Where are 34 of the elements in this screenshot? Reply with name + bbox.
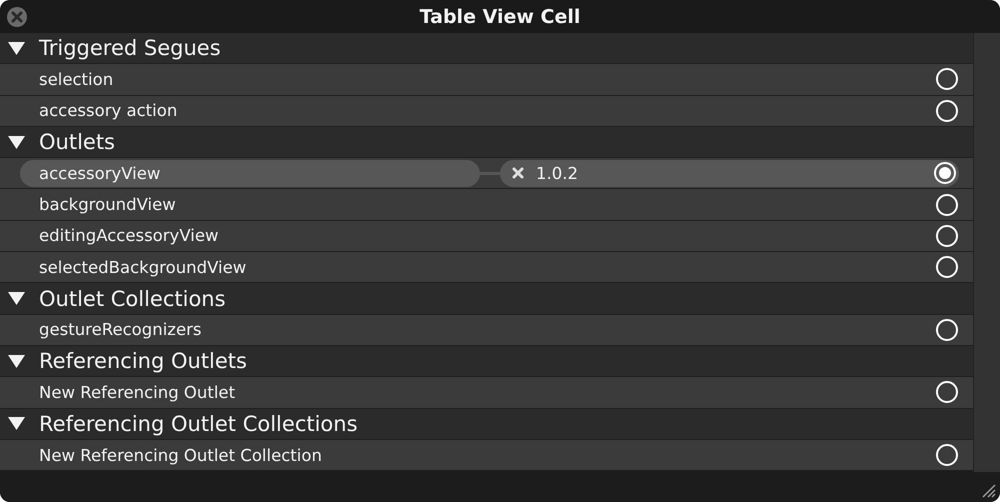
disclosure-triangle-icon[interactable] xyxy=(8,40,25,56)
outlet-label: editingAccessoryView xyxy=(38,226,220,246)
section-header: Referencing Outlet Collections xyxy=(39,412,358,436)
section-header: Outlets xyxy=(39,130,116,154)
window-title: Table View Cell xyxy=(420,6,580,28)
connection-circle[interactable] xyxy=(933,161,957,186)
connection-circle[interactable] xyxy=(935,67,959,92)
resize-grip-icon[interactable] xyxy=(980,482,996,498)
connection-circle[interactable] xyxy=(935,380,959,404)
disclosure-triangle-icon[interactable] xyxy=(8,416,25,432)
close-icon[interactable] xyxy=(6,6,28,28)
disclosure-triangle-icon[interactable] xyxy=(8,134,25,150)
outlet-label: accessoryView xyxy=(20,160,480,187)
connection-circle[interactable] xyxy=(935,192,959,217)
outlet-label: New Referencing Outlet Collection xyxy=(38,446,323,464)
scroll-track[interactable] xyxy=(973,33,1000,472)
connection-circle[interactable] xyxy=(935,98,959,123)
connection-circle[interactable] xyxy=(935,318,959,342)
connection-circle[interactable] xyxy=(935,443,959,467)
connection-circle[interactable] xyxy=(935,224,959,248)
outlet-label: New Referencing Outlet xyxy=(38,382,236,402)
connection-value: 1.0.2 xyxy=(536,164,579,183)
remove-icon[interactable] xyxy=(512,167,524,180)
outlet-label: selection xyxy=(38,70,114,89)
disclosure-triangle-icon[interactable] xyxy=(8,354,25,369)
section-header: Referencing Outlets xyxy=(39,349,247,374)
outlet-label: accessory action xyxy=(38,101,178,120)
section-header: Outlet Collections xyxy=(39,286,226,311)
connection-circle[interactable] xyxy=(935,255,959,280)
section-header: Triggered Segues xyxy=(39,36,221,60)
outlet-label: backgroundView xyxy=(38,195,177,214)
outlet-label: gestureRecognizers xyxy=(38,320,202,340)
disclosure-triangle-icon[interactable] xyxy=(8,291,25,306)
outlet-label: selectedBackgroundView xyxy=(38,258,248,277)
